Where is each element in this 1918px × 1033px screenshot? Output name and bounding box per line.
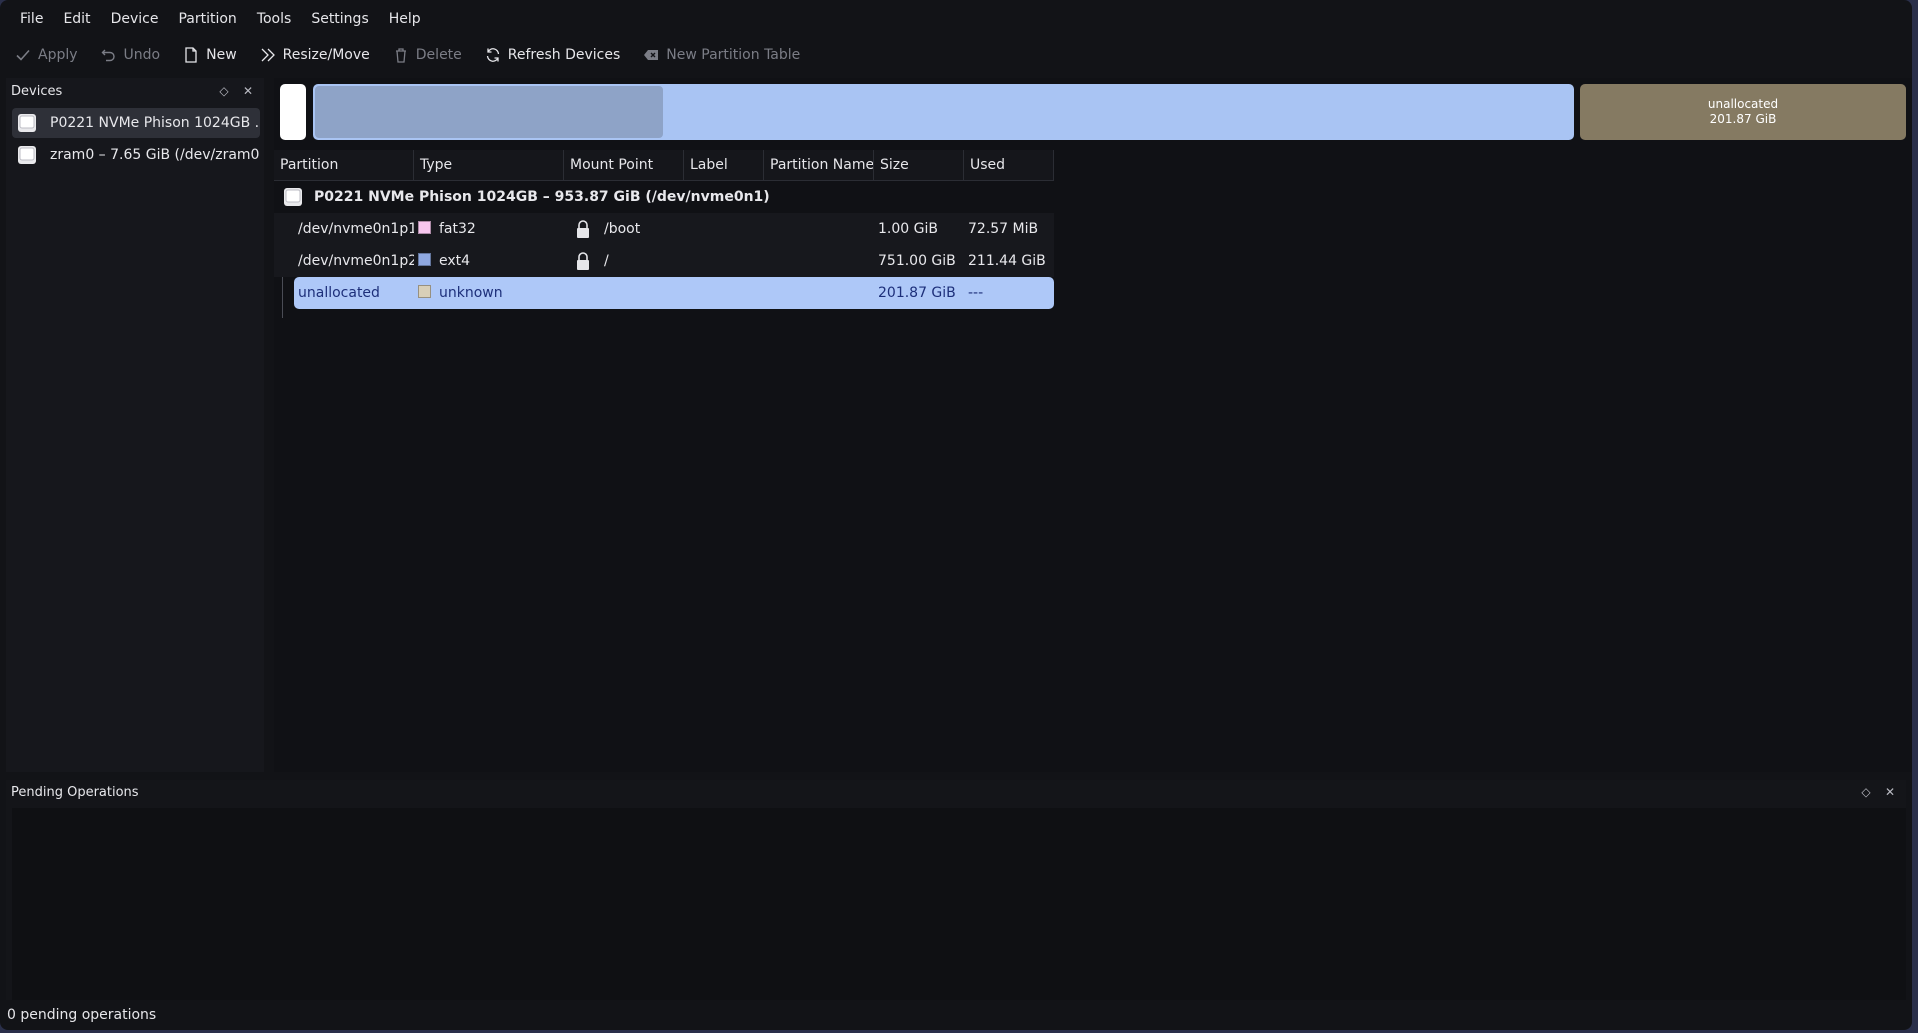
trash-icon [395, 48, 406, 63]
fs-color-swatch [418, 221, 431, 234]
column-type[interactable]: Type [414, 150, 564, 180]
toolbar: Apply Undo New Resize/Move Delete Refres… [0, 38, 1912, 72]
clear-table-icon [644, 50, 659, 60]
used-cell: 72.57 MiB [968, 221, 1039, 237]
menu-tools[interactable]: Tools [247, 11, 302, 27]
column-mount-point[interactable]: Mount Point [564, 150, 684, 180]
table-row[interactable]: /dev/nvme0n1p1 fat32 /boot 1.00 GiB 72.5… [274, 213, 1054, 245]
menu-partition[interactable]: Partition [168, 11, 246, 27]
used-cell: 211.44 GiB [968, 253, 1046, 269]
device-item-nvme[interactable]: P0221 NVMe Phison 1024GB ... [12, 108, 260, 138]
partition-cell: /dev/nvme0n1p1 [298, 221, 414, 237]
refresh-devices-label: Refresh Devices [507, 47, 621, 63]
resize-move-label: Resize/Move [282, 47, 370, 63]
close-icon[interactable]: ✕ [1882, 784, 1898, 800]
device-label: P0221 NVMe Phison 1024GB ... [50, 115, 260, 131]
size-cell: 201.87 GiB [878, 285, 956, 301]
lock-icon [577, 220, 589, 238]
partition-view: unallocated 201.87 GiB Partition Type Mo… [274, 78, 1912, 772]
size-cell: 751.00 GiB [878, 253, 956, 269]
column-used[interactable]: Used [964, 150, 1054, 180]
disk-icon [284, 188, 302, 206]
type-cell: ext4 [414, 253, 564, 269]
new-button[interactable]: New [182, 46, 237, 64]
device-label: zram0 – 7.65 GiB (/dev/zram0) [50, 147, 260, 163]
column-partition[interactable]: Partition [274, 150, 414, 180]
column-label[interactable]: Label [684, 150, 764, 180]
check-icon [16, 49, 30, 61]
float-icon[interactable]: ◇ [1858, 784, 1874, 800]
device-row-label: P0221 NVMe Phison 1024GB – 953.87 GiB (/… [314, 189, 770, 205]
devices-title: Devices [11, 84, 63, 99]
new-partition-table-button[interactable]: New Partition Table [642, 46, 800, 64]
undo-label: Undo [123, 47, 161, 63]
menu-edit[interactable]: Edit [53, 11, 100, 27]
size-cell: 1.00 GiB [878, 221, 938, 237]
undo-button[interactable]: Undo [100, 46, 161, 64]
used-cell: --- [968, 285, 984, 301]
column-size[interactable]: Size [874, 150, 964, 180]
new-partition-table-label: New Partition Table [666, 47, 801, 63]
type-cell: unknown [414, 285, 564, 301]
table-header: Partition Type Mount Point Label Partiti… [274, 150, 1054, 181]
menu-settings[interactable]: Settings [301, 11, 378, 27]
device-row[interactable]: P0221 NVMe Phison 1024GB – 953.87 GiB (/… [274, 181, 1054, 213]
partition-cell: unallocated [298, 285, 380, 301]
refresh-devices-button[interactable]: Refresh Devices [484, 46, 621, 64]
lock-icon [577, 252, 589, 270]
resize-icon [261, 48, 275, 62]
apply-button[interactable]: Apply [14, 46, 78, 64]
fs-color-swatch [418, 253, 431, 266]
device-list: P0221 NVMe Phison 1024GB ... zram0 – 7.6… [12, 108, 260, 172]
unallocated-label: unallocated [1707, 97, 1779, 111]
partition-table: Partition Type Mount Point Label Partiti… [274, 150, 1054, 318]
partition-block-nvme0n1p1[interactable] [280, 84, 306, 140]
column-partition-name[interactable]: Partition Name [764, 150, 874, 180]
status-bar: 0 pending operations [7, 1007, 157, 1023]
table-row[interactable]: /dev/nvme0n1p2 ext4 / 751.00 GiB 211.44 … [274, 245, 1054, 277]
partition-manager-window: File Edit Device Partition Tools Setting… [0, 0, 1912, 1030]
partition-block-unallocated[interactable]: unallocated 201.87 GiB [1580, 84, 1906, 140]
mount-cell: / [564, 251, 684, 271]
partition-block-nvme0n1p2[interactable] [313, 84, 1574, 140]
fs-color-swatch [418, 285, 431, 298]
close-icon[interactable]: ✕ [240, 83, 256, 99]
pending-title: Pending Operations [11, 785, 139, 800]
mount-cell: /boot [564, 219, 684, 239]
devices-panel: Devices ◇ ✕ P0221 NVMe Phison 1024GB ...… [6, 78, 264, 772]
refresh-icon [486, 48, 499, 62]
resize-move-button[interactable]: Resize/Move [259, 46, 370, 64]
partition-used-fill [315, 86, 663, 138]
apply-label: Apply [38, 47, 78, 63]
pending-operations-panel: Pending Operations ◇ ✕ [6, 780, 1906, 1000]
type-cell: fat32 [414, 221, 564, 237]
partition-cell: /dev/nvme0n1p2 [298, 253, 414, 269]
disk-icon [18, 146, 36, 164]
delete-label: Delete [415, 47, 462, 63]
disk-icon [18, 114, 36, 132]
table-row-selected[interactable]: unallocated unknown 201.87 GiB --- [294, 277, 1054, 309]
menu-device[interactable]: Device [101, 11, 169, 27]
new-document-icon [185, 47, 197, 63]
undo-icon [101, 49, 115, 62]
unallocated-size: 201.87 GiB [1709, 112, 1777, 126]
float-icon[interactable]: ◇ [216, 83, 232, 99]
pending-operations-list [12, 808, 1906, 1000]
new-label: New [206, 47, 237, 63]
menu-file[interactable]: File [10, 11, 53, 27]
menu-bar: File Edit Device Partition Tools Setting… [0, 0, 1912, 38]
device-item-zram0[interactable]: zram0 – 7.65 GiB (/dev/zram0) [12, 140, 260, 170]
delete-button[interactable]: Delete [392, 46, 462, 64]
menu-help[interactable]: Help [379, 11, 431, 27]
